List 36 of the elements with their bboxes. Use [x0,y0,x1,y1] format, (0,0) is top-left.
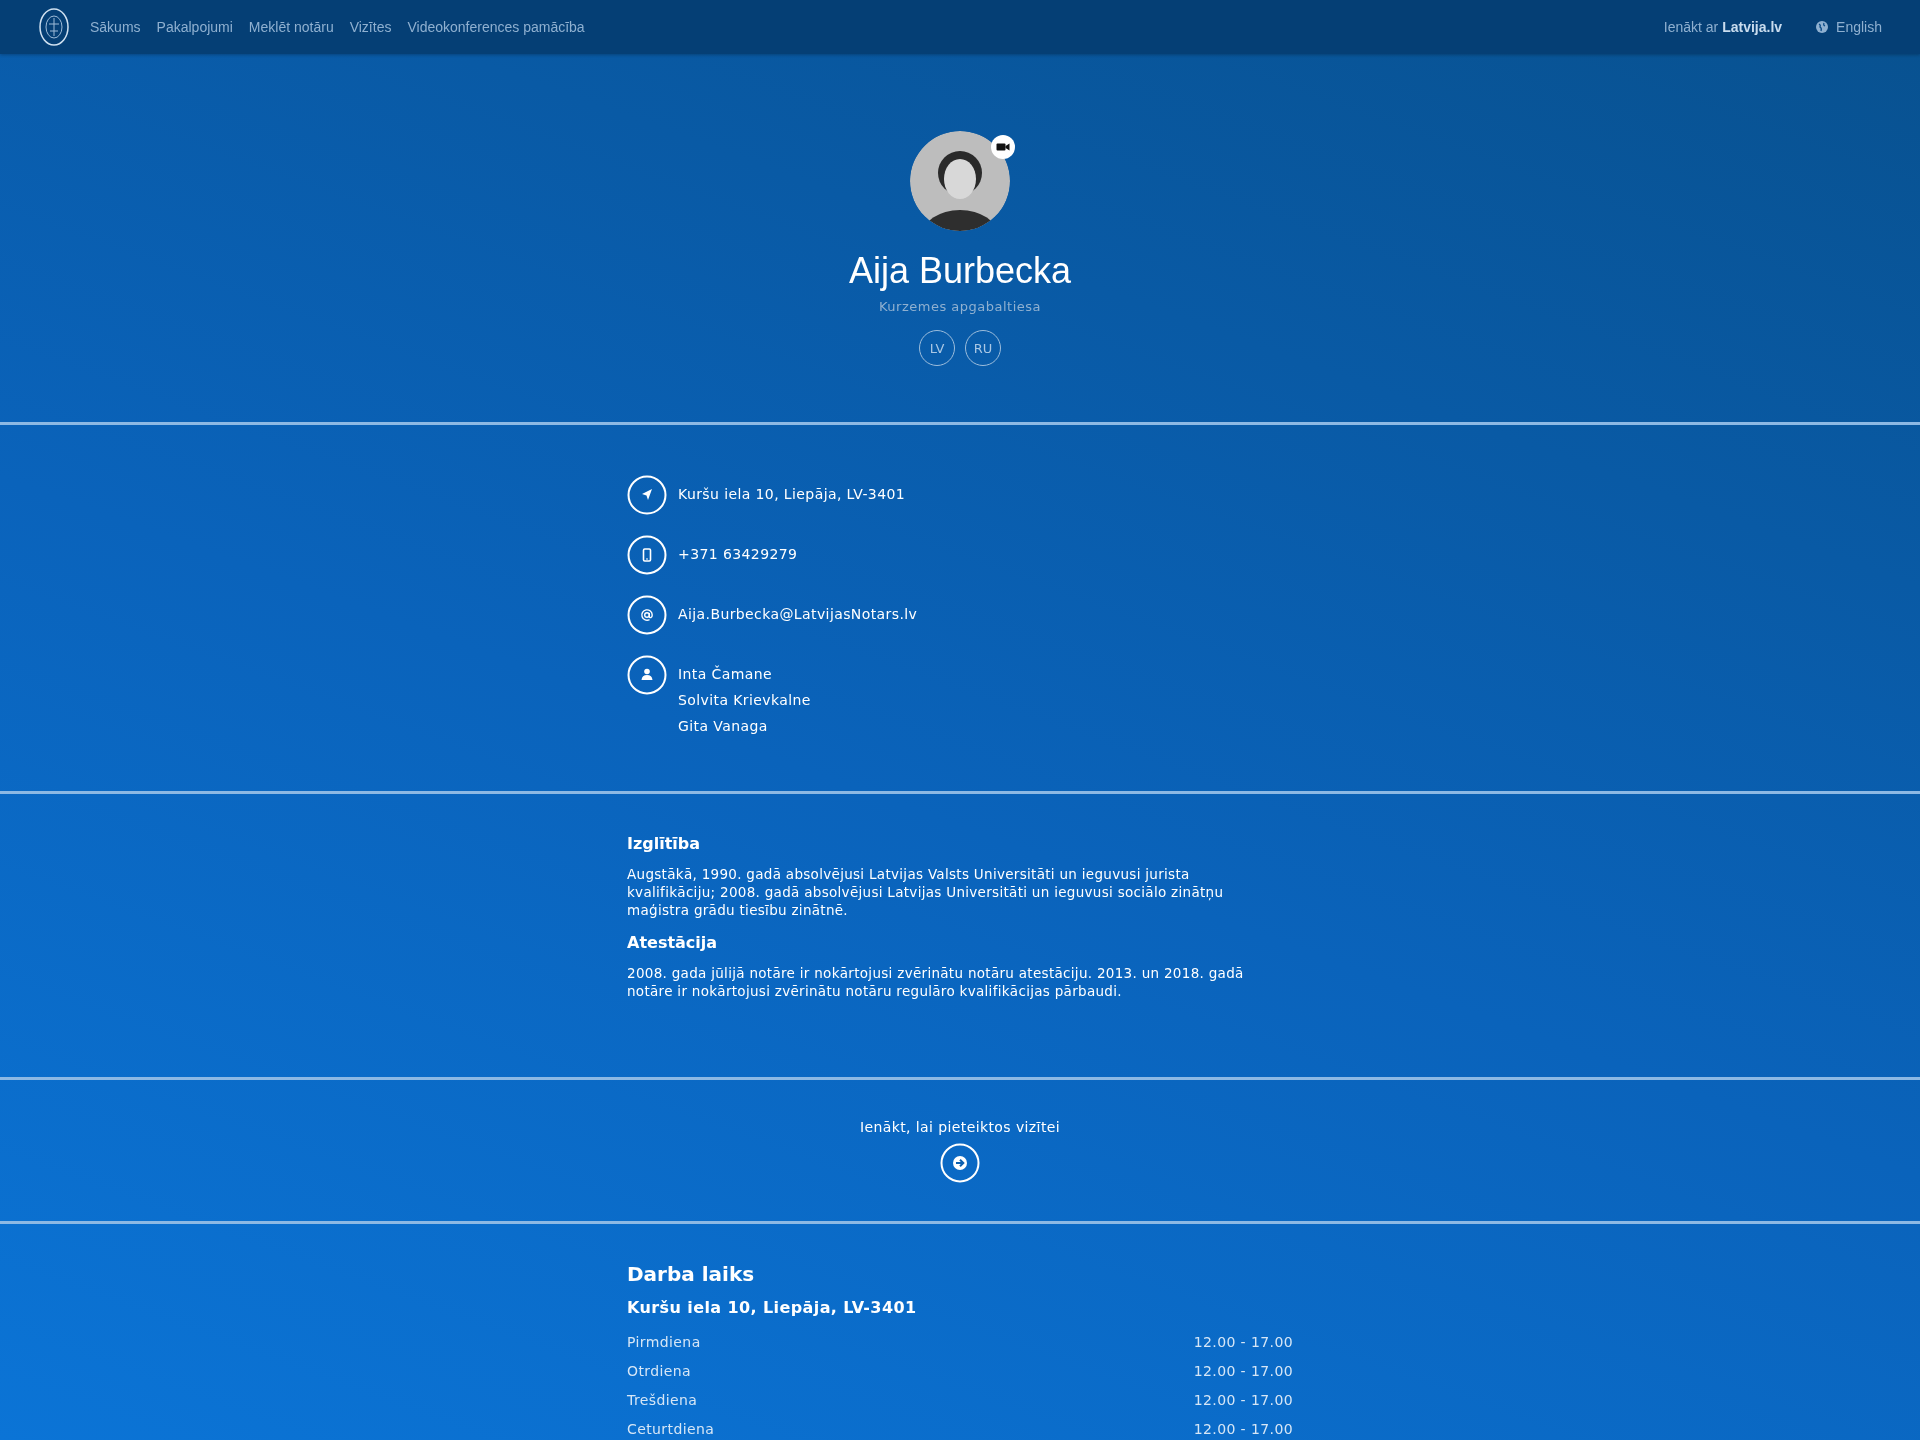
opening-hours: 12.00 - 17.00 [1193,1391,1293,1408]
opening-hours: 12.00 - 17.00 [1193,1362,1293,1379]
hours-title: Darba laiks [627,1262,756,1286]
weekday: Ceturtdiena [627,1420,715,1437]
at-sign-icon [627,595,667,635]
opening-hours: 12.00 - 17.00 [1193,1420,1293,1437]
nav-link[interactable]: Vizītes [349,19,392,35]
visit-prompt: Ienākt, lai pieteiktos vizītei [859,1119,1061,1135]
globe-icon [1816,21,1829,33]
nav-link[interactable]: Pakalpojumi [156,19,233,35]
login-link[interactable]: Ienākt ar Latvija.lv [1663,19,1783,35]
section-paragraph: 2008. gada jūlijā notāre ir nokārtojusi zvērinātu notāru atestāciju. 2013. un 2018. gadā notāre ir nokārtojusi zvērinātu notāru regulāro kvalifikācijas pārbaudi. [627,964,1245,1000]
section-heading: Atestācija [627,933,719,952]
emblem-logo-icon[interactable] [38,7,70,47]
weekday: Trešdiena [627,1391,698,1408]
opening-hours: 12.00 - 17.00 [1193,1333,1293,1350]
mobile-phone-icon [627,535,667,575]
address-text: Kuršu iela 10, Liepāja, LV-3401 [678,485,906,504]
section-heading: Izglītība [627,834,702,853]
notary-name: Aija Burbecka [848,249,1072,293]
court-name: Kurzemes apgabaltiesa [878,299,1042,314]
weekday: Pirmdiena [627,1333,701,1350]
section-paragraph: Augstākā, 1990. gadā absolvējusi Latvijas Valsts Universitāti un ieguvusi jurista kvalifikāciju; 2008. gadā absolvējusi Latvijas Universitāti un ieguvusi sociālo zinātņu maģistra grādu tiesību zinātnē. [627,865,1225,919]
nav-link[interactable]: Videokonferences pamācība [407,19,585,35]
weekday: Otrdiena [627,1362,692,1379]
phone-number[interactable]: +371 63429279 [678,541,798,567]
person-icon [627,655,667,695]
staff-name: Gita Vanaga [678,717,769,736]
nav-link[interactable]: Sākums [90,19,141,35]
staff-name: Solvita Krievkalne [678,691,811,710]
arrow-right-button[interactable] [940,1143,980,1183]
language-link[interactable]: English [1836,19,1882,35]
staff-name: Inta Čamane [678,664,773,684]
email-link[interactable]: Aija.Burbecka@LatvijasNotars.lv [678,601,918,627]
nav-link[interactable]: Meklēt notāru [248,19,334,35]
office-address: Kuršu iela 10, Liepāja, LV-3401 [627,1298,918,1317]
